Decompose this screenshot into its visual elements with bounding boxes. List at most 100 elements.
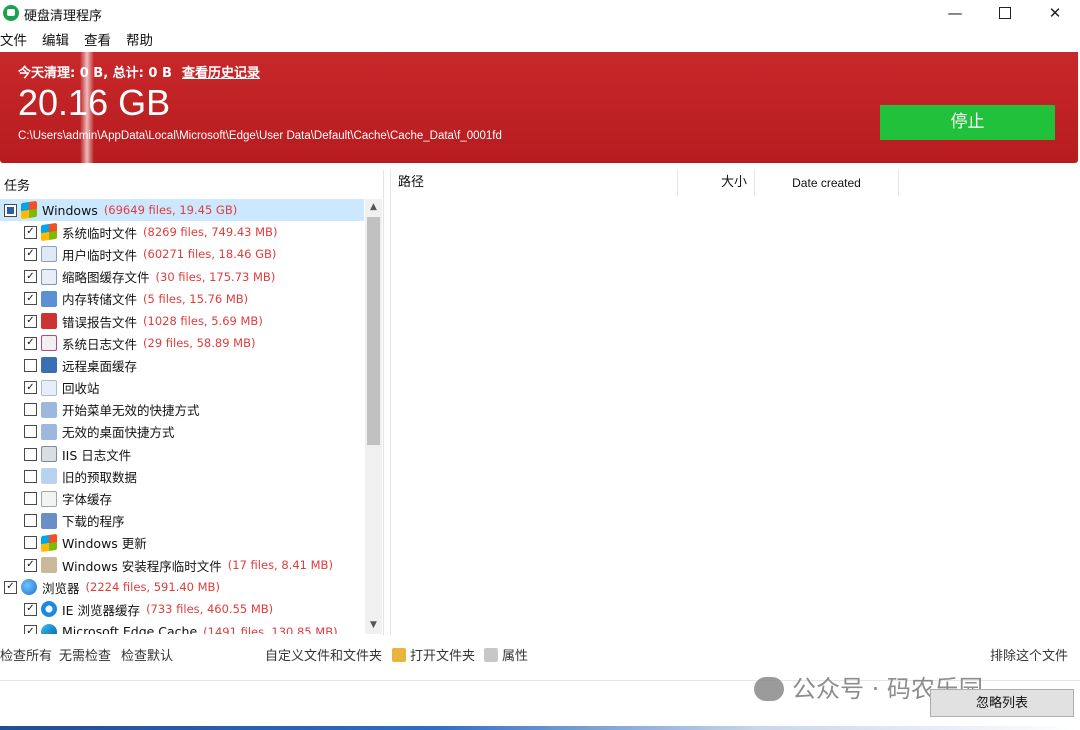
- menu-view[interactable]: 查看: [84, 31, 118, 51]
- task-item[interactable]: ✓ IE 浏览器缓存 (733 files, 460.55 MB): [0, 598, 364, 620]
- installer-icon: [41, 557, 57, 574]
- task-panel: 任务 Windows (69649 files, 19.45 GB) ✓ 系统临时文件…: [0, 170, 384, 635]
- task-item[interactable]: ✓ 缩略图缓存文件 (30 files, 175.73 MB): [0, 266, 364, 288]
- task-checkbox[interactable]: [24, 403, 37, 417]
- window-title: 硬盘清理程序: [24, 9, 103, 24]
- task-checkbox[interactable]: ✓: [24, 625, 37, 634]
- task-checkbox[interactable]: ✓: [24, 558, 37, 572]
- task-checkbox[interactable]: [24, 425, 37, 439]
- task-item[interactable]: IIS 日志文件: [0, 443, 364, 465]
- task-item[interactable]: 下载的程序: [0, 510, 364, 532]
- stop-button[interactable]: 停止: [880, 105, 1055, 140]
- task-label: 开始菜单无效的快捷方式: [62, 403, 200, 419]
- task-scrollbar[interactable]: ▲ ▼: [365, 199, 382, 634]
- task-header: 任务: [4, 179, 31, 194]
- task-checkbox[interactable]: ✓: [24, 602, 37, 616]
- windows-update-icon: [41, 533, 57, 553]
- task-checkbox[interactable]: ✓: [24, 381, 37, 395]
- task-item[interactable]: ✓ 系统临时文件 (8269 files, 749.43 MB): [0, 221, 364, 243]
- task-count: (69649 files, 19.45 GB): [103, 203, 238, 218]
- scroll-thumb[interactable]: [367, 217, 380, 445]
- task-count: (733 files, 460.55 MB): [146, 602, 274, 617]
- ignore-list-button[interactable]: 忽略列表: [930, 689, 1074, 717]
- prefetch-icon: [41, 468, 57, 485]
- task-checkbox[interactable]: ✓: [24, 336, 37, 350]
- task-item[interactable]: 远程桌面缓存: [0, 354, 364, 376]
- task-checkbox[interactable]: [24, 358, 37, 372]
- check-default-link[interactable]: 检查默认: [121, 645, 173, 664]
- column-date-created[interactable]: Date created: [755, 170, 899, 196]
- remote-desktop-icon: [41, 357, 57, 374]
- task-item[interactable]: 字体缓存: [0, 487, 364, 509]
- task-item[interactable]: 旧的预取数据: [0, 465, 364, 487]
- app-icon: [3, 5, 19, 21]
- task-checkbox[interactable]: ✓: [24, 247, 37, 261]
- task-checkbox[interactable]: [24, 536, 37, 550]
- menu-edit[interactable]: 编辑: [42, 31, 76, 51]
- open-folder-link[interactable]: 打开文件夹: [392, 645, 475, 664]
- exclude-file-link[interactable]: 排除这个文件: [990, 645, 1068, 664]
- scroll-up-icon[interactable]: ▲: [365, 199, 382, 216]
- task-item[interactable]: ✓ 回收站: [0, 377, 364, 399]
- task-tree[interactable]: Windows (69649 files, 19.45 GB) ✓ 系统临时文件 (82…: [0, 199, 364, 634]
- memory-dump-icon: [41, 290, 57, 307]
- task-item[interactable]: ✓ Windows 安装程序临时文件 (17 files, 8.41 MB): [0, 554, 364, 576]
- task-checkbox[interactable]: [24, 447, 37, 461]
- task-item[interactable]: 开始菜单无效的快捷方式: [0, 399, 364, 421]
- scroll-down-icon[interactable]: ▼: [365, 617, 382, 634]
- maximize-button[interactable]: [980, 0, 1030, 28]
- task-label: 无效的桌面快捷方式: [62, 425, 175, 441]
- no-check-link[interactable]: 无需检查: [59, 645, 111, 664]
- column-size[interactable]: 大小: [678, 170, 755, 196]
- close-button[interactable]: ✕: [1030, 0, 1080, 28]
- task-item[interactable]: Windows 更新: [0, 532, 364, 554]
- task-checkbox[interactable]: [4, 203, 17, 217]
- column-path[interactable]: 路径: [391, 170, 678, 196]
- font-cache-icon: [41, 490, 57, 507]
- system-log-icon: [41, 335, 57, 352]
- task-checkbox[interactable]: ✓: [24, 292, 37, 306]
- task-checkbox[interactable]: [24, 514, 37, 528]
- task-label: Windows: [42, 202, 98, 218]
- properties-link[interactable]: 属性: [484, 645, 528, 664]
- task-count: (8269 files, 749.43 MB): [143, 225, 278, 240]
- task-label: 浏览器: [42, 580, 80, 596]
- task-label: 用户临时文件: [62, 247, 138, 263]
- task-checkbox[interactable]: ✓: [24, 225, 37, 239]
- task-label: 远程桌面缓存: [62, 358, 138, 374]
- document-icon: [41, 246, 57, 263]
- result-list[interactable]: 路径 大小 Date created: [390, 170, 1078, 635]
- task-item[interactable]: ✓ 系统日志文件 (29 files, 58.89 MB): [0, 332, 364, 354]
- task-label: Windows 安装程序临时文件: [62, 558, 222, 574]
- title-bar: 硬盘清理程序 — ✕: [0, 0, 1080, 28]
- task-item[interactable]: 无效的桌面快捷方式: [0, 421, 364, 443]
- history-link[interactable]: 查看历史记录: [182, 62, 260, 81]
- task-label: IIS 日志文件: [62, 447, 132, 463]
- edge-icon: [41, 623, 57, 634]
- task-checkbox[interactable]: [24, 469, 37, 483]
- task-checkbox[interactable]: [24, 492, 37, 506]
- task-label: 回收站: [62, 381, 100, 397]
- task-label: 错误报告文件: [62, 314, 138, 330]
- minimize-button[interactable]: —: [930, 0, 980, 28]
- windows-icon: [21, 200, 37, 220]
- task-item[interactable]: ✓ 用户临时文件 (60271 files, 18.46 GB): [0, 243, 364, 265]
- task-category[interactable]: ✓ 浏览器 (2224 files, 591.40 MB): [0, 576, 364, 598]
- cleanup-stats: 今天清理: 0 B, 总计: 0 B: [18, 66, 172, 81]
- task-checkbox[interactable]: ✓: [24, 314, 37, 328]
- task-label: IE 浏览器缓存: [62, 602, 141, 618]
- menu-help[interactable]: 帮助: [126, 31, 160, 51]
- task-checkbox[interactable]: ✓: [4, 580, 17, 594]
- task-category[interactable]: Windows (69649 files, 19.45 GB): [0, 199, 364, 222]
- custom-files-link[interactable]: 自定义文件和文件夹: [265, 645, 382, 664]
- progress-glare: [80, 52, 94, 163]
- menu-file[interactable]: 文件: [0, 31, 34, 51]
- task-item[interactable]: ✓ Microsoft Edge Cache (1491 files, 130.85…: [0, 621, 364, 634]
- task-count: (2224 files, 591.40 MB): [85, 580, 220, 595]
- check-all-link[interactable]: 检查所有: [0, 645, 52, 664]
- task-item[interactable]: ✓ 内存转储文件 (5 files, 15.76 MB): [0, 288, 364, 310]
- thumbnail-icon: [41, 268, 57, 285]
- properties-icon: [484, 648, 498, 662]
- task-checkbox[interactable]: ✓: [24, 270, 37, 284]
- task-item[interactable]: ✓ 错误报告文件 (1028 files, 5.69 MB): [0, 310, 364, 332]
